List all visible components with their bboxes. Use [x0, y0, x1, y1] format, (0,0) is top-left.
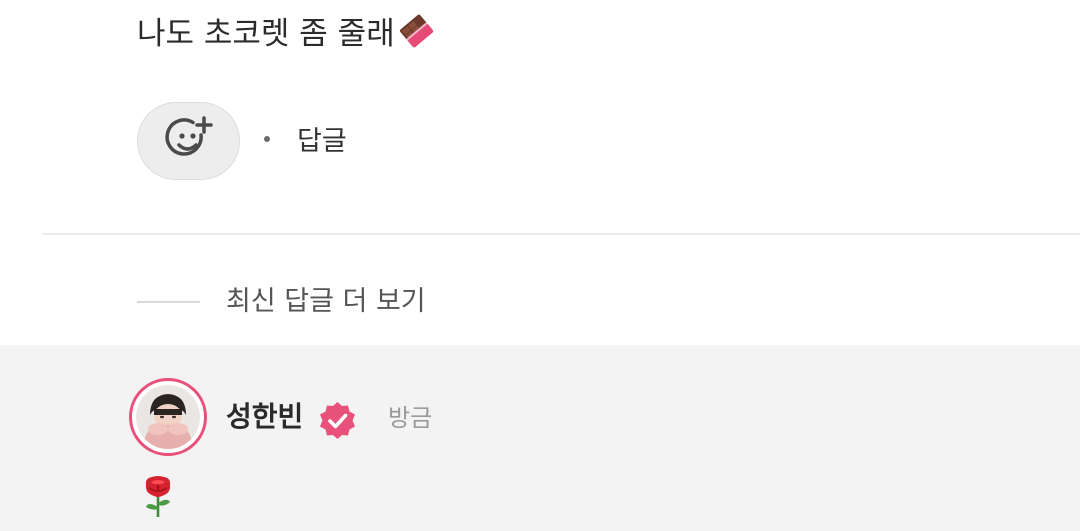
separator-dot — [264, 136, 270, 142]
avatar-photo — [136, 385, 200, 449]
reply-item: 성한빈 방금 — [0, 345, 1080, 531]
avatar[interactable] — [129, 378, 207, 456]
author-name[interactable]: 성한빈 — [226, 397, 303, 437]
comment-text: 나도 초코렛 좀 줄래 — [137, 10, 437, 63]
more-replies-button[interactable]: 최신 답글 더 보기 — [226, 282, 426, 322]
add-emoji-icon — [163, 113, 215, 169]
add-reaction-button[interactable] — [137, 102, 240, 180]
comment-body: 나도 초코렛 좀 줄래 — [137, 16, 395, 52]
chocolate-bar-icon — [397, 10, 437, 63]
reply-button[interactable]: 답글 — [297, 122, 347, 162]
divider — [42, 233, 1080, 235]
timestamp: 방금 — [388, 404, 433, 432]
rose-icon — [140, 475, 176, 519]
more-replies-line — [137, 301, 200, 303]
verified-badge-icon — [317, 400, 358, 441]
